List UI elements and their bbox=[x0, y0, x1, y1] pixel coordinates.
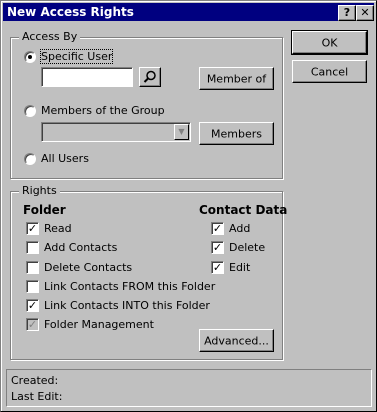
rights-group: Rights Folder Contact Data ✓ Read Add Co… bbox=[10, 184, 287, 360]
last-edit-label: Last Edit: bbox=[11, 390, 63, 403]
member-of-button-label: Member of bbox=[206, 72, 267, 85]
members-of-group-radio[interactable] bbox=[24, 105, 36, 117]
link-into-label[interactable]: Link Contacts INTO this Folder bbox=[44, 299, 210, 312]
access-by-group: Access By Specific User Member of Member… bbox=[10, 30, 283, 179]
user-input[interactable] bbox=[41, 67, 133, 87]
window-title: New Access Rights bbox=[7, 5, 134, 19]
members-button[interactable]: Members bbox=[199, 122, 274, 145]
add-contacts-checkbox[interactable] bbox=[26, 241, 39, 254]
link-from-label[interactable]: Link Contacts FROM this Folder bbox=[44, 280, 215, 293]
add-contacts-label[interactable]: Add Contacts bbox=[44, 241, 117, 254]
contact-edit-checkbox[interactable]: ✓ bbox=[211, 261, 224, 274]
members-button-label: Members bbox=[211, 127, 262, 140]
contact-delete-checkbox[interactable]: ✓ bbox=[211, 241, 224, 254]
title-bar[interactable]: New Access Rights ? ✕ bbox=[3, 3, 374, 21]
search-icon bbox=[143, 70, 156, 83]
advanced-button[interactable]: Advanced... bbox=[199, 329, 274, 352]
all-users-radio[interactable] bbox=[24, 153, 36, 165]
member-of-button[interactable]: Member of bbox=[199, 67, 274, 90]
link-into-checkbox[interactable]: ✓ bbox=[26, 299, 39, 312]
read-checkbox[interactable]: ✓ bbox=[26, 222, 39, 235]
members-of-group-label[interactable]: Members of the Group bbox=[41, 104, 165, 117]
search-user-button[interactable] bbox=[139, 67, 161, 87]
rights-legend: Rights bbox=[19, 184, 60, 197]
ok-button[interactable]: OK bbox=[291, 30, 368, 55]
close-button[interactable]: ✕ bbox=[356, 5, 374, 21]
delete-contacts-label[interactable]: Delete Contacts bbox=[44, 261, 132, 274]
chevron-down-icon[interactable]: ▼ bbox=[174, 124, 189, 140]
contact-edit-label[interactable]: Edit bbox=[229, 261, 250, 274]
group-select[interactable]: ▼ bbox=[41, 122, 191, 142]
contact-delete-label[interactable]: Delete bbox=[229, 241, 265, 254]
help-button[interactable]: ? bbox=[338, 5, 356, 21]
access-by-legend: Access By bbox=[19, 30, 81, 43]
status-panel: Created: Last Edit: bbox=[6, 369, 372, 407]
specific-user-label[interactable]: Specific User bbox=[39, 49, 114, 64]
dialog-window: New Access Rights ? ✕ OK Cancel Access B… bbox=[0, 0, 377, 412]
specific-user-radio[interactable] bbox=[24, 51, 36, 63]
all-users-label[interactable]: All Users bbox=[41, 152, 89, 165]
read-label[interactable]: Read bbox=[44, 222, 72, 235]
folder-heading: Folder bbox=[23, 203, 66, 217]
created-label: Created: bbox=[11, 374, 59, 387]
ok-button-label: OK bbox=[321, 36, 338, 49]
contact-add-label[interactable]: Add bbox=[229, 222, 250, 235]
link-from-checkbox[interactable] bbox=[26, 280, 39, 293]
delete-contacts-checkbox[interactable] bbox=[26, 261, 39, 274]
folder-management-label: Folder Management bbox=[44, 318, 154, 331]
cancel-button-label: Cancel bbox=[310, 65, 349, 78]
advanced-button-label: Advanced... bbox=[204, 334, 269, 347]
cancel-button[interactable]: Cancel bbox=[292, 60, 367, 83]
contact-data-heading: Contact Data bbox=[199, 203, 288, 217]
contact-add-checkbox[interactable]: ✓ bbox=[211, 222, 224, 235]
folder-management-checkbox: ✓ bbox=[26, 318, 39, 331]
